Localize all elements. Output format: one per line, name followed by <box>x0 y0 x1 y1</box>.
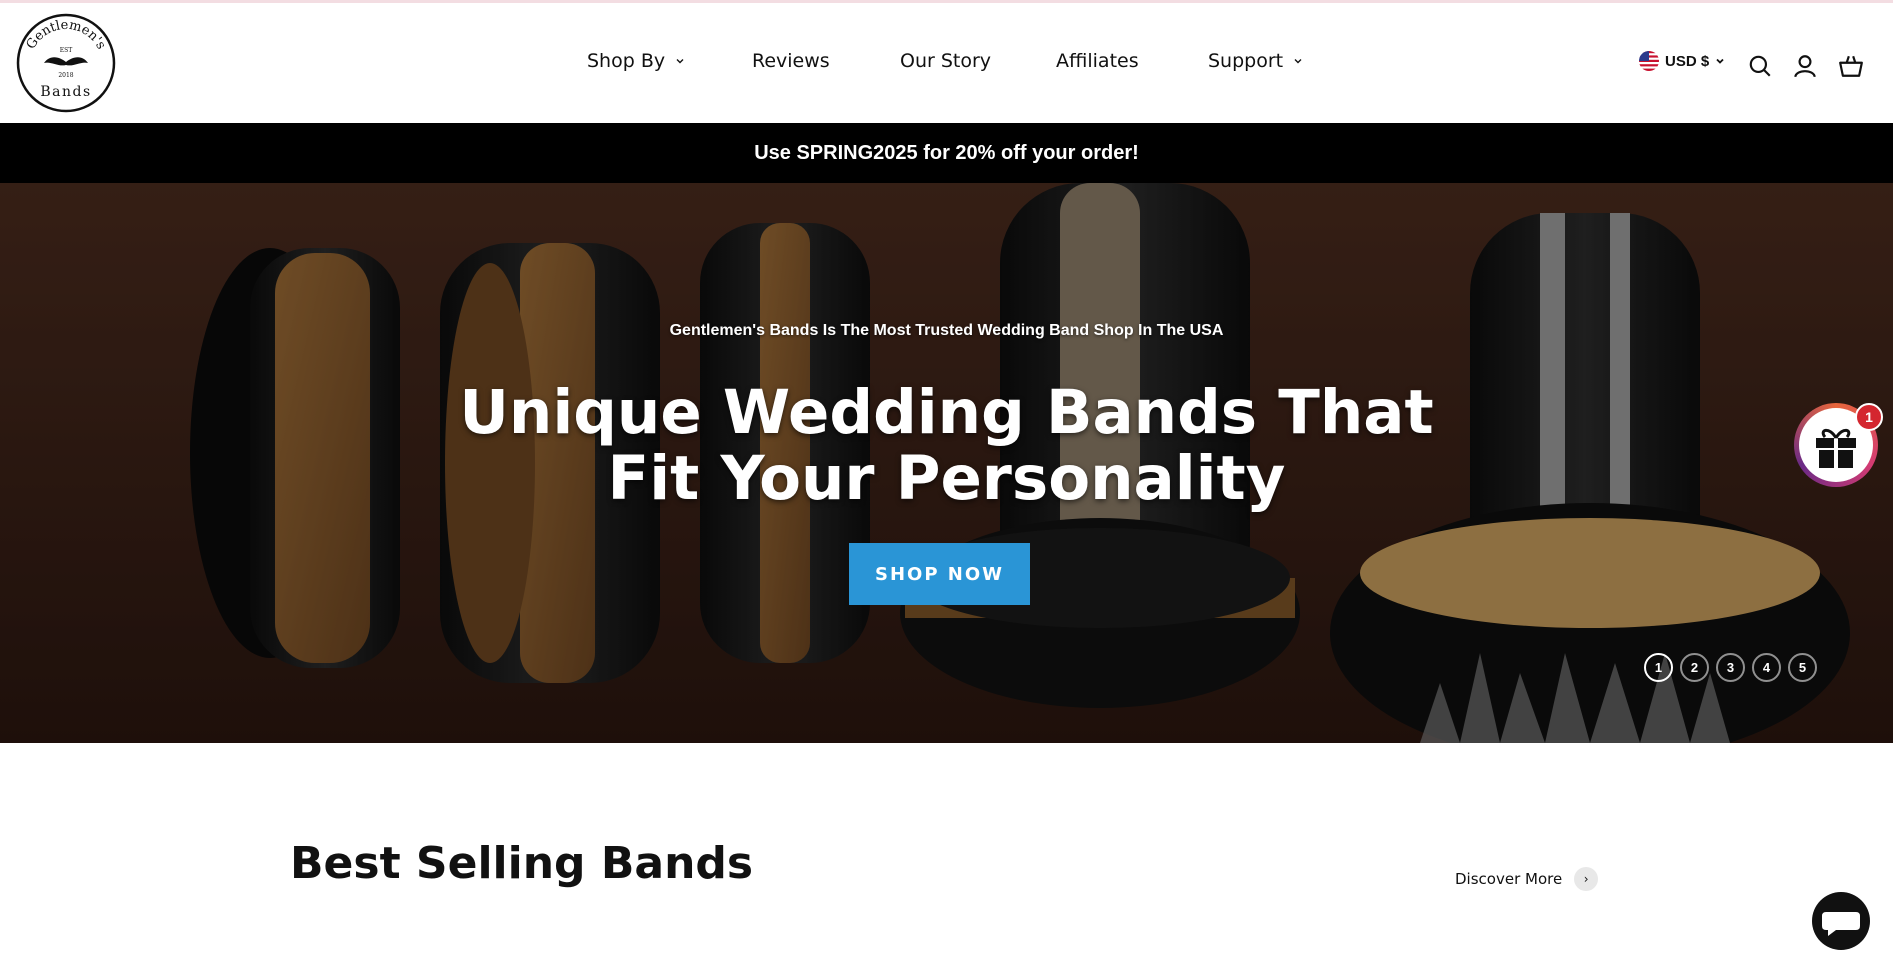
site-header: Gentlemen's EST 2018 Bands Shop By Revie… <box>0 3 1893 123</box>
account-icon[interactable] <box>1792 53 1818 79</box>
chevron-down-icon <box>676 59 684 64</box>
cart-icon[interactable] <box>1838 53 1864 79</box>
main-nav: Shop By Reviews Our Story Affiliates Sup… <box>0 3 1893 123</box>
slide-dot-4[interactable]: 4 <box>1752 653 1781 682</box>
slide-dot-3[interactable]: 3 <box>1716 653 1745 682</box>
nav-shop-by[interactable]: Shop By <box>587 50 685 72</box>
chat-icon <box>1822 912 1860 936</box>
chevron-down-icon <box>1716 58 1724 64</box>
discover-more-link[interactable]: Discover More › <box>1455 867 1599 891</box>
chat-launcher-button[interactable] <box>1812 892 1870 950</box>
hero-title: Unique Wedding Bands That Fit Your Perso… <box>0 380 1893 512</box>
search-icon[interactable] <box>1747 53 1773 79</box>
shop-now-button[interactable]: SHOP NOW <box>849 543 1030 605</box>
promo-text: Use SPRING2025 for 20% off your order! <box>754 142 1139 164</box>
nav-reviews-label: Reviews <box>752 50 830 72</box>
slide-dot-5[interactable]: 5 <box>1788 653 1817 682</box>
hero-title-line-2: Fit Your Personality <box>607 443 1286 514</box>
currency-label: USD $ <box>1665 52 1710 70</box>
us-flag-icon <box>1639 51 1659 71</box>
slide-dot-2[interactable]: 2 <box>1680 653 1709 682</box>
nav-affiliates-label: Affiliates <box>1056 50 1139 72</box>
nav-reviews[interactable]: Reviews <box>752 50 830 72</box>
slide-pagination: 1 2 3 4 5 <box>1644 653 1817 682</box>
promo-bar: Use SPRING2025 for 20% off your order! <box>0 123 1893 183</box>
section-title: Best Selling Bands <box>290 838 754 889</box>
nav-our-story-label: Our Story <box>900 50 992 72</box>
nav-support-label: Support <box>1208 50 1284 72</box>
discover-more-label: Discover More <box>1455 870 1563 888</box>
currency-selector[interactable]: USD $ <box>1639 51 1725 71</box>
nav-our-story[interactable]: Our Story <box>900 50 991 72</box>
slide-dot-1[interactable]: 1 <box>1644 653 1673 682</box>
hero-title-line-1: Unique Wedding Bands That <box>459 377 1434 448</box>
nav-shop-by-label: Shop By <box>587 50 666 72</box>
hero-banner: Gentlemen's Bands Is The Most Trusted We… <box>0 183 1893 743</box>
nav-support[interactable]: Support <box>1208 50 1303 72</box>
gift-notification-badge: 1 <box>1855 403 1883 431</box>
chevron-down-icon <box>1294 59 1302 64</box>
nav-affiliates[interactable]: Affiliates <box>1056 50 1139 72</box>
hero-subtitle: Gentlemen's Bands Is The Most Trusted We… <box>669 322 1224 339</box>
chevron-right-icon: › <box>1574 867 1599 891</box>
